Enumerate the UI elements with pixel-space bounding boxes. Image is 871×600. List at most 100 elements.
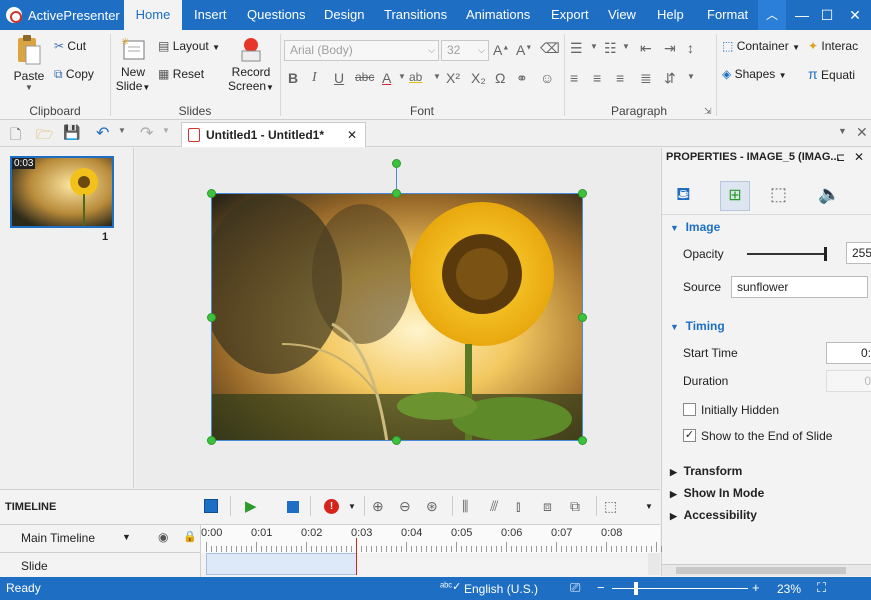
- minimize-button[interactable]: —: [788, 0, 816, 30]
- redo-icon[interactable]: ↷: [140, 123, 153, 143]
- stop-icon[interactable]: [287, 501, 299, 513]
- close-tab-icon[interactable]: ✕: [347, 123, 357, 147]
- align-left-icon[interactable]: ≡: [570, 70, 578, 86]
- resize-handle[interactable]: [578, 189, 587, 198]
- superscript-icon[interactable]: X²: [446, 70, 460, 86]
- close-button[interactable]: ✕: [841, 0, 869, 30]
- link-icon[interactable]: ⚭: [516, 70, 528, 87]
- resize-handle[interactable]: [207, 436, 216, 445]
- emoji-icon[interactable]: ☺: [540, 70, 554, 86]
- underline-icon[interactable]: U: [334, 70, 344, 86]
- layout-button[interactable]: ▤ Layout ▼: [158, 36, 220, 56]
- size-position-icon[interactable]: ⊞: [720, 181, 750, 211]
- eye-icon[interactable]: ◉: [158, 530, 168, 544]
- justify-icon[interactable]: ≣: [640, 70, 652, 87]
- fullscreen-icon[interactable]: ⛶: [817, 580, 826, 596]
- strikethrough-icon[interactable]: abc: [355, 70, 374, 84]
- tab-export[interactable]: Export: [543, 0, 597, 30]
- slide-track-bar[interactable]: [206, 553, 357, 575]
- increase-indent-icon[interactable]: ⇥: [664, 40, 676, 57]
- save-icon[interactable]: 💾: [63, 124, 80, 141]
- text-direction-icon[interactable]: ⇵: [664, 70, 676, 87]
- close-doc-icon[interactable]: ✕: [856, 124, 868, 141]
- rotation-handle[interactable]: [392, 159, 401, 168]
- initially-hidden-checkbox[interactable]: [683, 403, 696, 416]
- italic-icon[interactable]: I: [312, 70, 317, 86]
- bold-icon[interactable]: B: [288, 70, 298, 86]
- image-section-header[interactable]: ▼ Image: [670, 220, 720, 234]
- highlight-icon[interactable]: ab: [409, 70, 422, 84]
- line-spacing-icon[interactable]: ↕: [687, 40, 694, 56]
- zoom-slider-thumb[interactable]: [634, 582, 638, 595]
- chevron-down-icon[interactable]: ▼: [348, 502, 356, 511]
- lock-icon[interactable]: 🔒: [183, 530, 197, 543]
- transform-section-header[interactable]: ▶ Transform: [670, 464, 742, 478]
- interaction-button[interactable]: ✦ Interac: [808, 36, 871, 56]
- timeline-ruler[interactable]: 0:00 0:01 0:02 0:03 0:04 0:05 0:06 0:07 0:08: [201, 525, 662, 553]
- equation-button[interactable]: π Equati: [808, 64, 871, 84]
- record-screen-button[interactable]: Record Screen▼: [228, 36, 274, 93]
- chevron-down-icon[interactable]: ▼: [398, 72, 406, 81]
- grow-font-icon[interactable]: A▲: [493, 42, 509, 58]
- tab-animations[interactable]: Animations: [458, 0, 538, 30]
- undo-icon[interactable]: ↶: [96, 123, 109, 143]
- tab-view[interactable]: View: [600, 0, 644, 30]
- pin-icon[interactable]: ⊏: [836, 151, 845, 164]
- duration-field[interactable]: 0: [826, 370, 871, 392]
- tab-design[interactable]: Design: [316, 0, 372, 30]
- interaction-icon[interactable]: ⬚: [770, 184, 787, 205]
- split-icon[interactable]: ⫼: [462, 498, 468, 515]
- slide-thumbnail[interactable]: 0:03: [10, 156, 114, 228]
- align-right-icon[interactable]: ≡: [616, 70, 624, 86]
- show-to-end-checkbox[interactable]: ✓: [683, 429, 696, 442]
- font-family-select[interactable]: Arial (Body) ⌵: [284, 40, 439, 61]
- start-time-field[interactable]: 0:: [826, 342, 871, 364]
- fill-icon[interactable]: ⛾: [676, 184, 691, 208]
- document-tab[interactable]: Untitled1 - Untitled1* ✕: [181, 122, 366, 147]
- tab-home[interactable]: Home: [124, 0, 182, 30]
- copy-button[interactable]: ⧉ Copy: [54, 64, 94, 84]
- accessibility-section-header[interactable]: ▶ Accessibility: [670, 508, 757, 522]
- audio-icon[interactable]: 🔈: [818, 184, 840, 205]
- opacity-slider-thumb[interactable]: [824, 247, 827, 261]
- timing-section-header[interactable]: ▼ Timing: [670, 319, 725, 333]
- font-color-icon[interactable]: A: [382, 70, 391, 86]
- playhead[interactable]: [356, 538, 357, 575]
- container-button[interactable]: ⬚ Container ▼: [722, 36, 800, 56]
- chevron-down-icon[interactable]: ▼: [118, 126, 126, 135]
- insert-time-icon[interactable]: ⬚: [604, 498, 617, 515]
- font-size-select[interactable]: 32 ⌵: [441, 40, 489, 61]
- resize-handle[interactable]: [207, 189, 216, 198]
- tab-transitions[interactable]: Transitions: [376, 0, 455, 30]
- new-slide-button[interactable]: ✳ New Slide▼: [114, 36, 152, 93]
- crop-icon[interactable]: ⧈: [543, 498, 552, 515]
- chevron-down-icon[interactable]: ▼: [622, 42, 630, 51]
- maximize-button[interactable]: ☐: [813, 0, 841, 30]
- numbering-icon[interactable]: ☷: [604, 40, 617, 57]
- close-panel-icon[interactable]: ✕: [854, 150, 864, 164]
- tab-help[interactable]: Help: [649, 0, 692, 30]
- chevron-down-icon[interactable]: ▼: [687, 72, 695, 81]
- shapes-button[interactable]: ◈ Shapes ▼: [722, 64, 787, 84]
- chevron-down-icon[interactable]: ▼: [838, 126, 847, 136]
- opacity-field[interactable]: 255: [846, 242, 871, 264]
- align-center-icon[interactable]: ≡: [593, 70, 601, 86]
- zoom-out-icon[interactable]: ⊖: [399, 498, 411, 515]
- trim-icon[interactable]: ⫻: [490, 498, 498, 515]
- symbol-icon[interactable]: Ω: [495, 70, 505, 86]
- chevron-down-icon[interactable]: ▼: [590, 42, 598, 51]
- select-tool-icon[interactable]: [204, 499, 218, 513]
- clear-format-icon[interactable]: ⌫: [540, 40, 560, 57]
- subscript-icon[interactable]: X₂: [471, 70, 486, 86]
- source-field[interactable]: sunflower: [731, 276, 868, 298]
- open-folder-icon[interactable]: 🗁: [36, 124, 53, 148]
- resize-handle[interactable]: [392, 189, 401, 198]
- collapse-ribbon-button[interactable]: ︿: [758, 0, 786, 30]
- resize-handle[interactable]: [207, 313, 216, 322]
- decrease-indent-icon[interactable]: ⇤: [640, 40, 652, 57]
- play-icon[interactable]: ▶: [245, 497, 257, 515]
- zoom-slider-track[interactable]: [612, 588, 748, 589]
- zoom-out-button[interactable]: −: [597, 580, 605, 595]
- freeze-icon[interactable]: ⧉: [570, 498, 580, 515]
- record-icon[interactable]: !: [324, 499, 339, 514]
